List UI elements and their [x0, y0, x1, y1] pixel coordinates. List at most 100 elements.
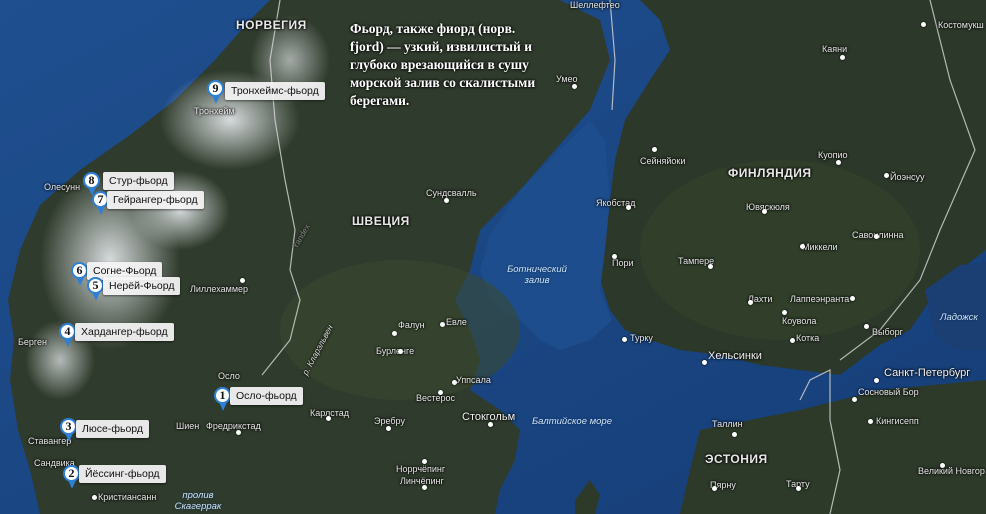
- city-dot: [850, 296, 855, 301]
- city-dot: [748, 300, 753, 305]
- city-dot: [626, 205, 631, 210]
- city-dot: [652, 147, 657, 152]
- city-dot: [921, 22, 926, 27]
- water-label-baltic: Балтийское море: [532, 416, 613, 427]
- water-label-bothnia: Ботнический залив: [507, 264, 567, 286]
- pin-tail-icon: [218, 402, 227, 411]
- city-label: Осло: [218, 371, 240, 381]
- fjord-label: Люсе-фьорд: [76, 420, 150, 438]
- city-label: Пори: [612, 258, 634, 268]
- city-label: Костомукш: [938, 20, 984, 30]
- city-dot: [790, 338, 795, 343]
- city-dot: [444, 198, 449, 203]
- city-dot: [236, 430, 241, 435]
- fjord-label: Осло-фьорд: [230, 387, 303, 405]
- city-label: Лиллехаммер: [190, 284, 249, 294]
- country-label-norway: НОРВЕГИЯ: [236, 18, 307, 32]
- city-label: Таллин: [712, 419, 743, 429]
- city-dot: [868, 419, 873, 424]
- city-label: Шиен: [176, 421, 200, 431]
- city-label: Линчёпинг: [400, 476, 444, 486]
- city-label: Ювяскюля: [746, 202, 790, 212]
- city-label: Эребру: [374, 416, 405, 426]
- pin-tail-icon: [75, 277, 84, 286]
- city-dot: [622, 337, 627, 342]
- map-canvas[interactable]: НОРВЕГИЯ ШВЕЦИЯ ФИНЛЯНДИЯ ЭСТОНИЯ Ботнич…: [0, 0, 986, 514]
- city-label: Норрчёпинг: [396, 464, 446, 474]
- city-label: Евле: [446, 317, 467, 327]
- city-label: Умео: [556, 74, 578, 84]
- city-dot: [874, 234, 879, 239]
- city-dot: [940, 463, 945, 468]
- city-label-capital: Хельсинки: [708, 350, 762, 362]
- city-label: Кингисепп: [876, 416, 919, 426]
- country-label-finland: ФИНЛЯНДИЯ: [728, 166, 812, 180]
- fjord-label: Стур-фьорд: [103, 172, 174, 190]
- fjord-label: Нерёй-Фьорд: [103, 277, 181, 295]
- city-label: Великий Новгор: [918, 466, 985, 476]
- pin-tail-icon: [64, 433, 73, 442]
- city-dot: [796, 486, 801, 491]
- city-dot: [392, 331, 397, 336]
- city-label: Куопио: [818, 150, 848, 160]
- city-dot: [422, 459, 427, 464]
- city-dot: [92, 495, 97, 500]
- city-dot: [326, 416, 331, 421]
- water-label-skagerrak: пролив Скагеррак: [174, 490, 222, 512]
- city-label: Бурленге: [376, 346, 415, 356]
- city-dot: [708, 264, 713, 269]
- city-dot: [612, 254, 617, 259]
- city-label: Выборг: [872, 327, 903, 337]
- city-label: Миккели: [802, 242, 838, 252]
- city-label: Котка: [796, 333, 820, 343]
- country-label-estonia: ЭСТОНИЯ: [705, 452, 768, 466]
- city-label: Олесунн: [44, 182, 81, 192]
- city-label: Фредрикстад: [206, 421, 261, 431]
- city-label: Берген: [18, 337, 47, 347]
- city-dot: [702, 360, 707, 365]
- country-label-sweden: ШВЕЦИЯ: [352, 214, 410, 228]
- city-dot: [762, 209, 767, 214]
- city-label: Йоэнсуу: [890, 172, 925, 182]
- pin-tail-icon: [63, 338, 72, 347]
- city-dot: [712, 486, 717, 491]
- city-dot: [852, 397, 857, 402]
- city-label: Вестерос: [416, 393, 456, 403]
- city-label: Тронхейм: [194, 106, 235, 116]
- city-dot: [836, 160, 841, 165]
- city-dot: [240, 278, 245, 283]
- city-dot: [438, 390, 443, 395]
- city-label: Сосновый Бор: [858, 387, 919, 397]
- fjord-label: Хардангер-фьорд: [75, 323, 174, 341]
- fjord-label: Йёссинг-фьорд: [79, 465, 166, 483]
- city-label: Коувола: [782, 316, 817, 326]
- city-label: Фалун: [398, 320, 425, 330]
- pin-tail-icon: [67, 480, 76, 489]
- pin-tail-icon: [96, 206, 105, 215]
- city-dot: [874, 378, 879, 383]
- pin-tail-icon: [91, 292, 100, 301]
- city-dot: [782, 310, 787, 315]
- city-dot: [386, 426, 391, 431]
- city-dot: [800, 244, 805, 249]
- city-dot: [864, 324, 869, 329]
- fjord-label: Тронхеймс-фьорд: [225, 82, 325, 100]
- city-dot: [422, 485, 427, 490]
- city-label: Шеллефтео: [570, 0, 620, 10]
- city-label-capital: Санкт-Петербург: [884, 367, 971, 379]
- city-label: Турку: [630, 333, 653, 343]
- city-dot: [572, 84, 577, 89]
- city-label: Каяни: [822, 44, 848, 54]
- city-label: Уппсала: [456, 375, 491, 385]
- city-dot: [840, 55, 845, 60]
- city-dot: [488, 422, 493, 427]
- city-label: Сундсвалль: [426, 188, 477, 198]
- city-label: Кристиансанн: [98, 492, 157, 502]
- city-dot: [440, 322, 445, 327]
- city-dot: [884, 173, 889, 178]
- water-label-ladoga: Ладожск: [940, 312, 978, 323]
- fjord-label: Гейрангер-фьорд: [107, 191, 204, 209]
- city-dot: [398, 349, 403, 354]
- pin-tail-icon: [211, 95, 220, 104]
- city-dot: [732, 432, 737, 437]
